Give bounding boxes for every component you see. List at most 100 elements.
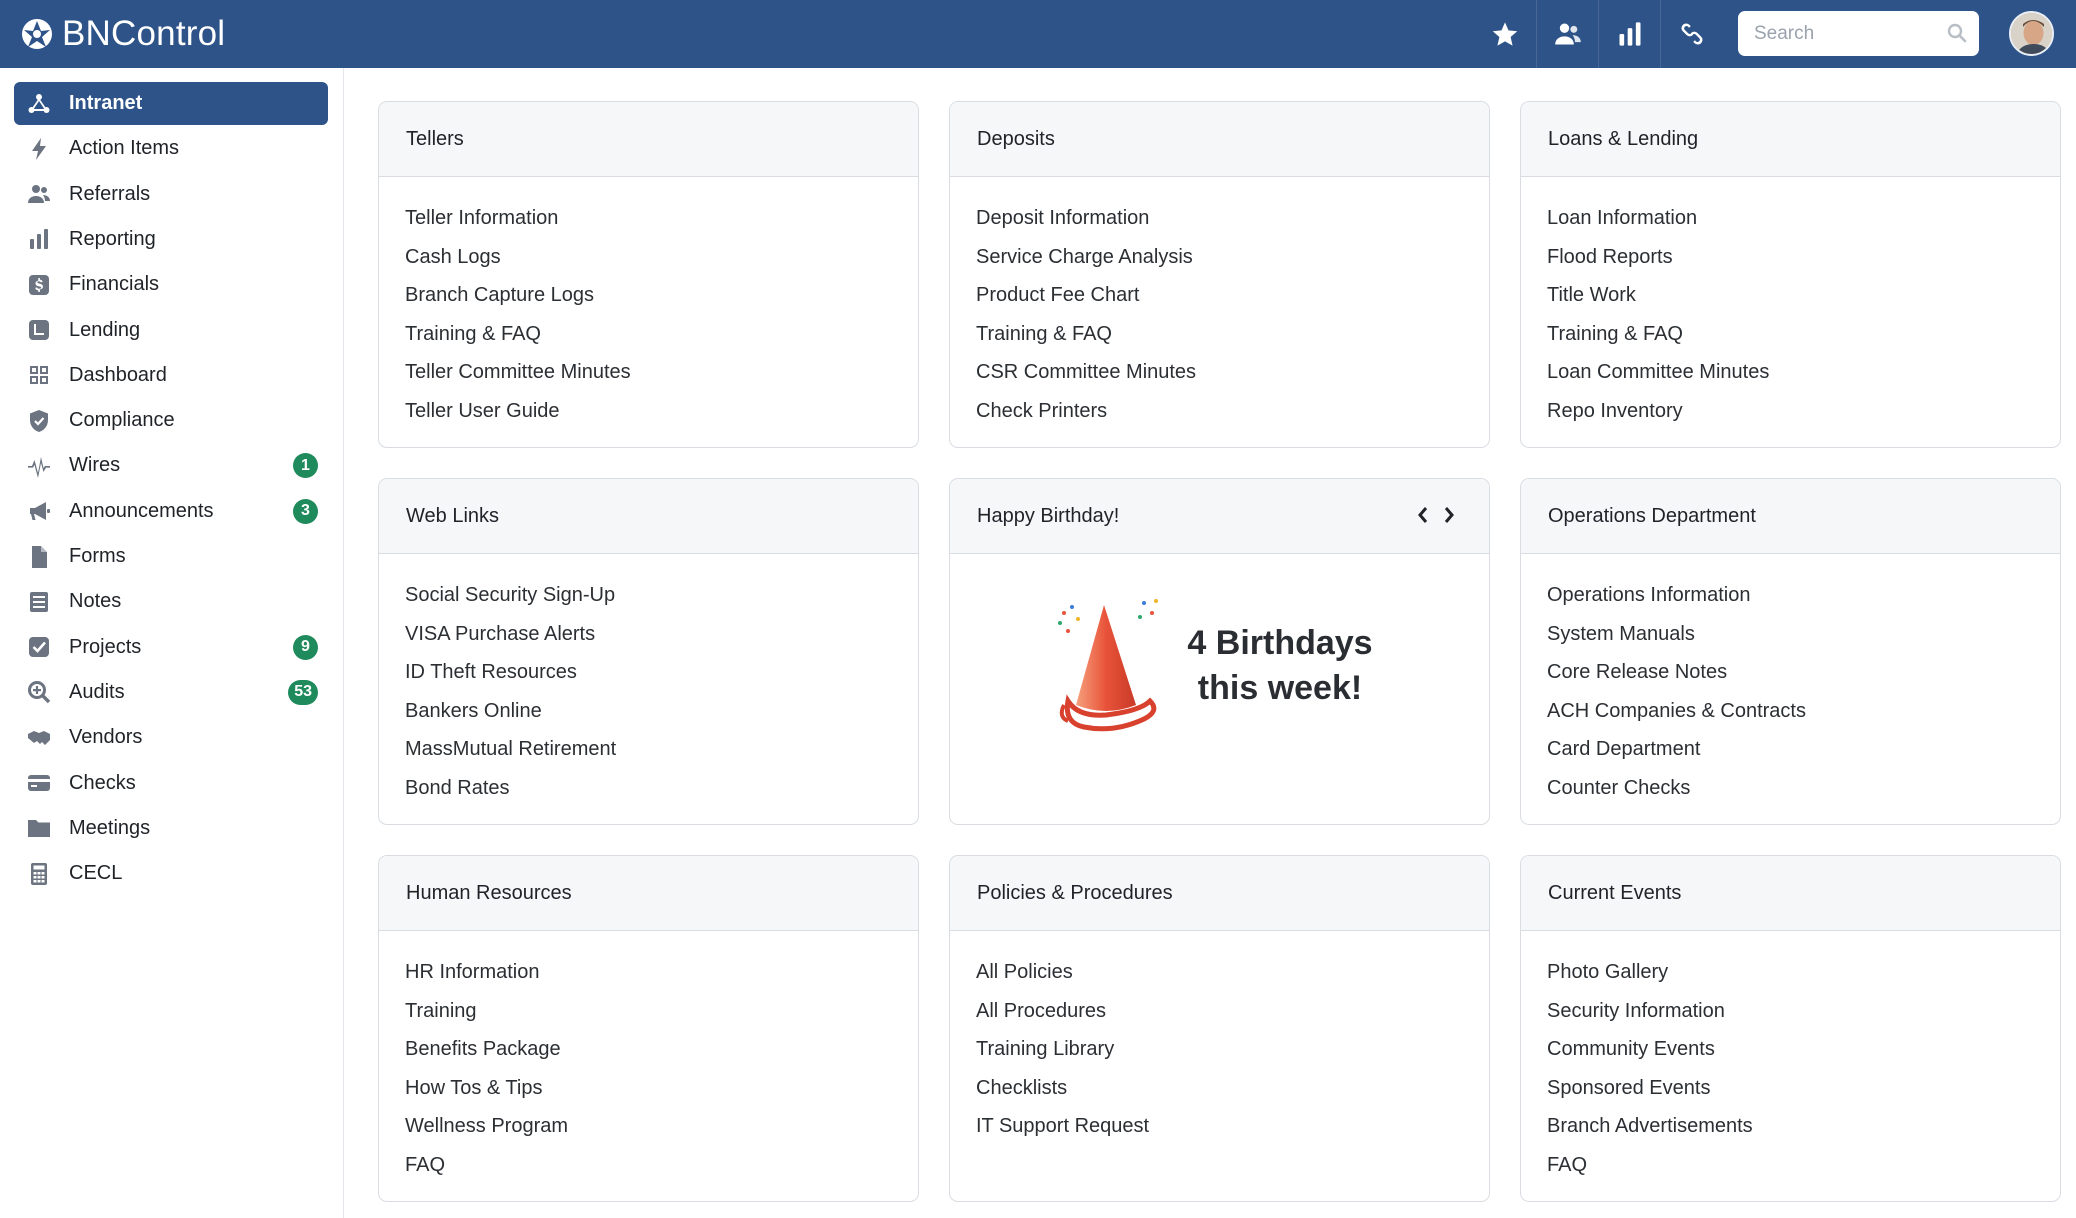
card-deposits: Deposits Deposit Information Service Char…: [949, 101, 1490, 448]
sidebar-item-compliance[interactable]: Compliance: [14, 399, 328, 442]
megaphone-icon: [26, 498, 52, 524]
card-link[interactable]: Sponsored Events: [1521, 1069, 2060, 1108]
sidebar-item-referrals[interactable]: Referrals: [14, 173, 328, 216]
card-link[interactable]: ID Theft Resources: [379, 653, 918, 692]
pulse-icon: [26, 453, 52, 479]
logo-icon: [20, 17, 54, 51]
card-link[interactable]: Teller User Guide: [379, 392, 918, 431]
card-link[interactable]: Teller Committee Minutes: [379, 353, 918, 392]
shield-icon: [26, 408, 52, 434]
card-title: Current Events: [1548, 881, 1682, 904]
card-link[interactable]: FAQ: [379, 1146, 918, 1185]
card-link[interactable]: System Manuals: [1521, 615, 2060, 654]
card-link[interactable]: Branch Capture Logs: [379, 276, 918, 315]
card-link[interactable]: ACH Companies & Contracts: [1521, 692, 2060, 731]
search-icon[interactable]: [1947, 23, 1967, 43]
card-header: Happy Birthday!: [950, 479, 1489, 554]
sidebar-item-intranet[interactable]: Intranet: [14, 82, 328, 125]
card-link[interactable]: All Policies: [950, 953, 1489, 992]
card-link[interactable]: Checklists: [950, 1069, 1489, 1108]
card-link[interactable]: Loan Information: [1521, 199, 2060, 238]
card-title: Happy Birthday!: [977, 504, 1120, 527]
card-link[interactable]: Training & FAQ: [1521, 315, 2060, 354]
card-link[interactable]: Check Printers: [950, 392, 1489, 431]
card-link[interactable]: HR Information: [379, 953, 918, 992]
party-hat-icon: [1058, 599, 1158, 732]
card-link[interactable]: All Procedures: [950, 992, 1489, 1031]
card-link[interactable]: Benefits Package: [379, 1030, 918, 1069]
card-link[interactable]: FAQ: [1521, 1146, 2060, 1185]
users-button[interactable]: [1536, 0, 1598, 68]
sidebar-item-dashboard[interactable]: Dashboard: [14, 354, 328, 397]
sidebar-item-financials[interactable]: Financials: [14, 263, 328, 306]
card-link[interactable]: Training & FAQ: [379, 315, 918, 354]
card-link[interactable]: Photo Gallery: [1521, 953, 2060, 992]
sidebar-item-label: Checks: [69, 771, 136, 794]
sidebar-item-label: Audits: [69, 680, 125, 703]
sidebar-item-forms[interactable]: Forms: [14, 535, 328, 578]
card-header: Deposits: [950, 102, 1489, 177]
card-link[interactable]: Flood Reports: [1521, 238, 2060, 277]
card-link[interactable]: Security Information: [1521, 992, 2060, 1031]
card-link[interactable]: Core Release Notes: [1521, 653, 2060, 692]
card-link[interactable]: Bankers Online: [379, 692, 918, 731]
card-link[interactable]: Social Security Sign-Up: [379, 576, 918, 615]
sidebar-item-label: Wires: [69, 454, 121, 477]
bar-chart-icon: [26, 226, 52, 252]
card-link[interactable]: Branch Advertisements: [1521, 1107, 2060, 1146]
card-policies-procedures: Policies & Procedures All Policies All Pr…: [949, 855, 1490, 1202]
sidebar-item-label: Meetings: [69, 816, 151, 839]
card-link[interactable]: How Tos & Tips: [379, 1069, 918, 1108]
app-name: BNControl: [62, 14, 226, 53]
sidebar-item-checks[interactable]: Checks: [14, 762, 328, 805]
sidebar-item-lending[interactable]: Lending: [14, 309, 328, 352]
sidebar-item-cecl[interactable]: CECL: [14, 852, 328, 895]
sidebar-item-reporting[interactable]: Reporting: [14, 218, 328, 261]
card-link[interactable]: MassMutual Retirement: [379, 730, 918, 769]
sidebar-item-audits[interactable]: Audits 53: [14, 671, 328, 714]
sidebar-item-action-items[interactable]: Action Items: [14, 127, 328, 170]
sidebar-item-label: Forms: [69, 545, 126, 567]
card-link[interactable]: Title Work: [1521, 276, 2060, 315]
card-link-list: Operations Information System Manuals Core…: [1521, 554, 2060, 807]
sidebar-item-meetings[interactable]: Meetings: [14, 807, 328, 850]
card-link[interactable]: Community Events: [1521, 1030, 2060, 1069]
card-link[interactable]: Training: [379, 992, 918, 1031]
sidebar-item-label: Notes: [69, 590, 122, 613]
card-link[interactable]: Repo Inventory: [1521, 392, 2060, 431]
card-link[interactable]: CSR Committee Minutes: [950, 353, 1489, 392]
sidebar-item-notes[interactable]: Notes: [14, 580, 328, 623]
card-link[interactable]: Deposit Information: [950, 199, 1489, 238]
card-link[interactable]: Teller Information: [379, 199, 918, 238]
sidebar-item-vendors[interactable]: Vendors: [14, 716, 328, 759]
card-link[interactable]: Product Fee Chart: [950, 276, 1489, 315]
card-link[interactable]: Service Charge Analysis: [950, 238, 1489, 277]
card-link[interactable]: Bond Rates: [379, 769, 918, 808]
folder-icon: [26, 815, 52, 841]
card-link[interactable]: Cash Logs: [379, 238, 918, 277]
sidebar-item-announcements[interactable]: Announcements 3: [14, 490, 328, 533]
favorites-button[interactable]: [1474, 0, 1536, 68]
card-link[interactable]: Wellness Program: [379, 1107, 918, 1146]
card-link[interactable]: Operations Information: [1521, 576, 2060, 615]
links-button[interactable]: [1660, 0, 1722, 68]
card-link[interactable]: Card Department: [1521, 730, 2060, 769]
sidebar-item-label: Referrals: [69, 182, 151, 205]
zoom-icon: [26, 679, 52, 705]
card-link[interactable]: VISA Purchase Alerts: [379, 615, 918, 654]
top-navbar: BNControl: [0, 0, 2076, 68]
card-link[interactable]: Loan Committee Minutes: [1521, 353, 2060, 392]
card-link[interactable]: IT Support Request: [950, 1107, 1489, 1146]
user-avatar[interactable]: [2009, 11, 2054, 56]
bolt-icon: [26, 136, 52, 162]
reports-button[interactable]: [1598, 0, 1660, 68]
card-link[interactable]: Training Library: [950, 1030, 1489, 1069]
brand[interactable]: BNControl: [20, 0, 225, 68]
sidebar-item-projects[interactable]: Projects 9: [14, 626, 328, 669]
chevron-right-icon[interactable]: [1443, 505, 1455, 527]
sidebar-item-wires[interactable]: Wires 1: [14, 444, 328, 487]
chevron-left-icon[interactable]: [1417, 505, 1429, 527]
card-link[interactable]: Counter Checks: [1521, 769, 2060, 808]
search-input[interactable]: [1738, 22, 1938, 45]
card-link[interactable]: Training & FAQ: [950, 315, 1489, 354]
